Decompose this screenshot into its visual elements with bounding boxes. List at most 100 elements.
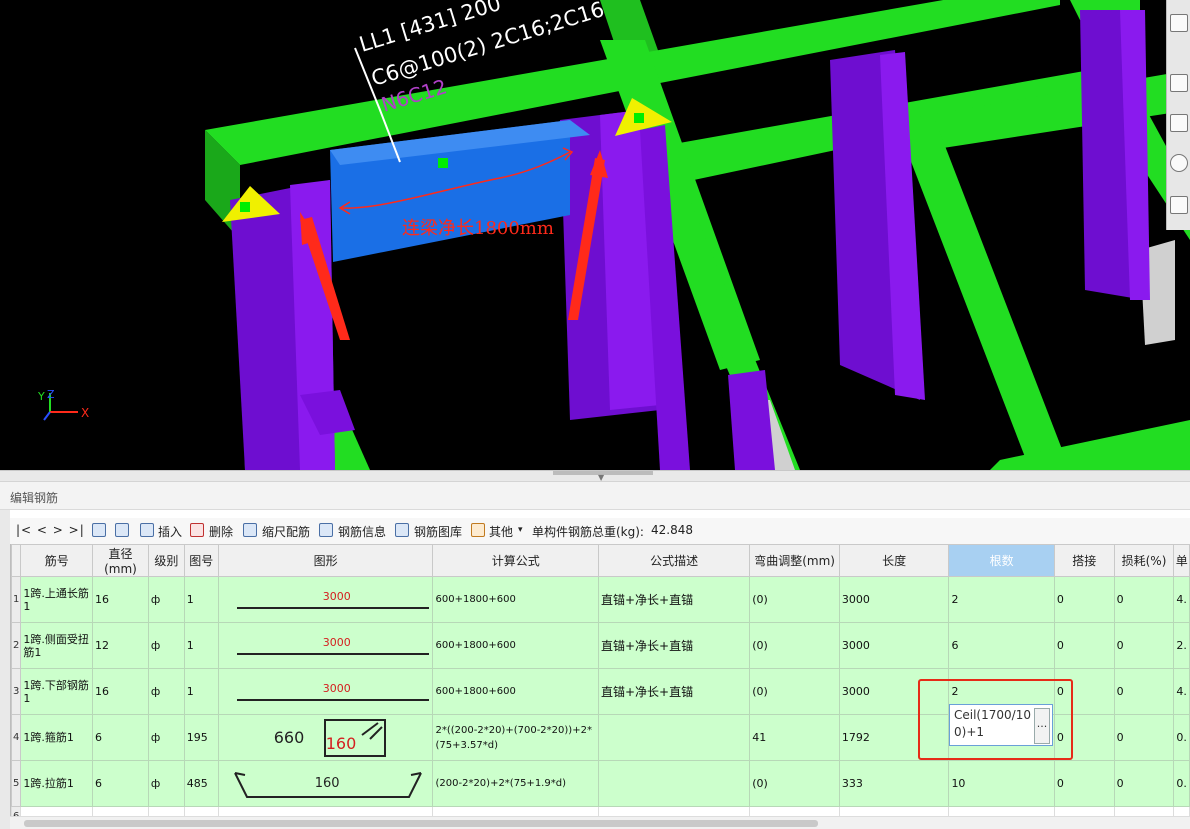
col-count[interactable]: 根数 — [948, 544, 1055, 577]
cell-grade[interactable]: ф — [147, 622, 185, 669]
cell-formula[interactable]: 600+1800+600 — [432, 622, 599, 669]
cell-figure-no[interactable]: 1 — [183, 668, 219, 715]
view-plane-icon[interactable] — [1170, 74, 1188, 92]
cell-shape[interactable]: 3000 — [217, 622, 434, 669]
scrollbar-thumb[interactable] — [24, 820, 818, 827]
cell-shape[interactable]: 160 — [217, 760, 434, 807]
row-index[interactable]: 3 — [11, 668, 22, 715]
horizontal-scrollbar[interactable] — [10, 816, 1190, 829]
move-up-icon[interactable] — [92, 523, 106, 537]
table-row-empty[interactable]: 6 — [11, 806, 1190, 816]
rebar-library-icon[interactable] — [395, 523, 409, 537]
row-index[interactable]: 4 — [11, 714, 22, 761]
col-formula[interactable]: 计算公式 — [432, 544, 599, 577]
table-row[interactable]: 5 1跨.拉筋1 6 ф 485 160 (200-2*20)+2*(75+1.… — [11, 760, 1190, 807]
cell-unit-weight[interactable]: 0. — [1173, 760, 1190, 807]
cell-unit-weight[interactable]: 2. — [1173, 622, 1190, 669]
other-chevron-down-icon[interactable]: ▾ — [518, 525, 523, 535]
cell-shape[interactable]: 3000 — [217, 576, 434, 623]
other-dropdown[interactable]: 其他 — [489, 523, 513, 540]
cell-shape[interactable]: 660 160 — [217, 714, 434, 761]
col-unit-weight[interactable]: 单 — [1173, 544, 1190, 577]
col-lap[interactable]: 搭接 — [1053, 544, 1115, 577]
cell-bar-name[interactable]: 1跨.下部钢筋1 — [20, 668, 94, 715]
table-row[interactable]: 2 1跨.侧面受扭筋1 12 ф 1 3000 600+1800+600 直锚+… — [11, 622, 1190, 669]
cell-formula-desc[interactable]: 直锚+净长+直锚 — [597, 668, 751, 715]
cell-bend-adjust[interactable]: (0) — [749, 760, 840, 807]
orbit-icon[interactable] — [1170, 154, 1188, 172]
row-index[interactable]: 1 — [11, 576, 22, 623]
cell-grade[interactable]: ф — [147, 760, 185, 807]
cell-loss[interactable]: 0 — [1113, 760, 1175, 807]
insert-button[interactable]: 插入 — [158, 523, 182, 540]
cell-formula-desc[interactable]: 直锚+净长+直锚 — [597, 622, 751, 669]
col-formula-desc[interactable]: 公式描述 — [597, 544, 751, 577]
insert-icon[interactable] — [140, 523, 154, 537]
cell-bar-name[interactable]: 1跨.上通长筋1 — [20, 576, 94, 623]
col-shape[interactable]: 图形 — [217, 544, 434, 577]
cell-length[interactable]: 3000 — [838, 622, 950, 669]
record-navigation[interactable]: |< < > >| — [16, 523, 85, 537]
col-bend-adjust[interactable]: 弯曲调整(mm) — [749, 544, 840, 577]
rebar-info-button[interactable]: 钢筋信息 — [338, 523, 386, 540]
cell-figure-no[interactable]: 485 — [183, 760, 219, 807]
cell-unit-weight[interactable]: 0. — [1173, 714, 1190, 761]
other-icon[interactable] — [471, 523, 485, 537]
cell-grade[interactable]: ф — [147, 714, 185, 761]
3d-model-view[interactable]: LL1 [431] 200 * C6@100(2) 2C16;2C16 N6C1… — [0, 0, 1190, 470]
col-loss[interactable]: 损耗(%) — [1113, 544, 1175, 577]
cell-figure-no[interactable]: 1 — [183, 622, 219, 669]
scale-icon[interactable] — [243, 523, 257, 537]
col-bar-no[interactable]: 筋号 — [20, 544, 94, 577]
cell-loss[interactable]: 0 — [1113, 576, 1175, 623]
cell-count[interactable]: 10 — [948, 760, 1055, 807]
row-index[interactable]: 2 — [11, 622, 22, 669]
cell-loss[interactable]: 0 — [1113, 622, 1175, 669]
cell-unit-weight[interactable]: 4. — [1173, 576, 1190, 623]
cell-length[interactable]: 333 — [838, 760, 950, 807]
cell-bend-adjust[interactable]: (0) — [749, 668, 840, 715]
delete-icon[interactable] — [190, 523, 204, 537]
cell-formula-desc[interactable] — [597, 760, 751, 807]
3d-viewport[interactable]: LL1 [431] 200 * C6@100(2) 2C16;2C16 N6C1… — [0, 0, 1190, 470]
cell-diameter[interactable]: 12 — [92, 622, 149, 669]
move-down-icon[interactable] — [115, 523, 129, 537]
rebar-info-icon[interactable] — [319, 523, 333, 537]
cell-figure-no[interactable]: 195 — [183, 714, 219, 761]
delete-button[interactable]: 删除 — [209, 523, 233, 540]
cell-lap[interactable]: 0 — [1053, 760, 1115, 807]
cell-diameter[interactable]: 6 — [92, 714, 149, 761]
table-row[interactable]: 1 1跨.上通长筋1 16 ф 1 3000 600+1800+600 直锚+净… — [11, 576, 1190, 623]
col-grade[interactable]: 级别 — [147, 544, 185, 577]
cell-count[interactable]: 6 — [948, 622, 1055, 669]
panel-splitter[interactable]: ▼ — [0, 470, 1190, 482]
cell-formula-desc[interactable] — [597, 714, 751, 761]
col-figure-no[interactable]: 图号 — [183, 544, 219, 577]
grid-view-icon[interactable] — [1170, 196, 1188, 214]
cell-formula[interactable]: 600+1800+600 — [432, 576, 599, 623]
rebar-library-button[interactable]: 钢筋图库 — [414, 523, 462, 540]
cell-bar-name[interactable]: 1跨.拉筋1 — [20, 760, 94, 807]
cell-count[interactable]: 2 — [948, 576, 1055, 623]
collapse-caret-icon[interactable]: ▼ — [598, 473, 604, 482]
cell-bend-adjust[interactable]: 41 — [749, 714, 840, 761]
cell-diameter[interactable]: 6 — [92, 760, 149, 807]
cell-grade[interactable]: ф — [147, 668, 185, 715]
cell-bar-name[interactable]: 1跨.侧面受扭筋1 — [20, 622, 94, 669]
cell-bend-adjust[interactable]: (0) — [749, 622, 840, 669]
cell-loss[interactable]: 0 — [1113, 714, 1175, 761]
cell-figure-no[interactable]: 1 — [183, 576, 219, 623]
cell-formula[interactable]: (200-2*20)+2*(75+1.9*d) — [432, 760, 599, 807]
cell-diameter[interactable]: 16 — [92, 668, 149, 715]
cell-lap[interactable]: 0 — [1053, 622, 1115, 669]
cell-formula[interactable]: 2*((200-2*20)+(700-2*20))+2*(75+3.57*d) — [432, 714, 599, 761]
cell-formula-desc[interactable]: 直锚+净长+直锚 — [597, 576, 751, 623]
cell-lap[interactable]: 0 — [1053, 576, 1115, 623]
view-box-icon[interactable] — [1170, 114, 1188, 132]
row-index[interactable]: 6 — [11, 806, 22, 816]
cell-diameter[interactable]: 16 — [92, 576, 149, 623]
cell-bend-adjust[interactable]: (0) — [749, 576, 840, 623]
cell-shape[interactable]: 3000 — [217, 668, 434, 715]
cell-formula[interactable]: 600+1800+600 — [432, 668, 599, 715]
cell-loss[interactable]: 0 — [1113, 668, 1175, 715]
